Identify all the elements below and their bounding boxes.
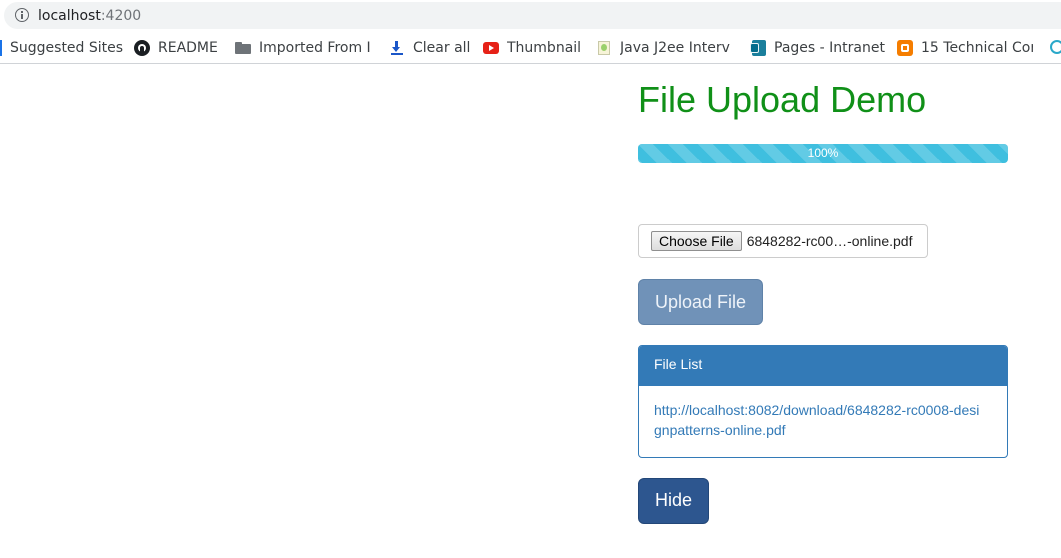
suggested-sites-icon: [0, 39, 2, 56]
sharepoint-icon: [750, 39, 766, 56]
overflow-bookmark-icon[interactable]: [1050, 40, 1061, 54]
url-host: localhost: [38, 8, 101, 24]
bookmark-pages-intranet[interactable]: Pages - Intranet: [750, 32, 885, 63]
bookmark-technical-core[interactable]: 15 Technical Core: [897, 32, 1033, 63]
file-list-body: http://localhost:8082/download/6848282-r…: [639, 386, 1007, 454]
download-icon: [389, 40, 405, 56]
file-list-panel: File List http://localhost:8082/download…: [638, 345, 1008, 458]
folder-icon: [235, 40, 251, 56]
file-download-link[interactable]: http://localhost:8082/download/6848282-r…: [654, 400, 984, 440]
address-bar[interactable]: localhost:4200: [0, 0, 1061, 32]
bookmarks-bar: Suggested Sites README Imported From I C…: [0, 32, 1061, 64]
site-info-icon[interactable]: [15, 8, 29, 22]
url-box[interactable]: localhost:4200: [4, 2, 1061, 29]
bookmark-java-j2ee[interactable]: Java J2ee Interv: [596, 32, 732, 63]
youtube-icon: [483, 40, 499, 56]
bookmark-thumbnail[interactable]: Thumbnail: [483, 32, 581, 63]
page-title: File Upload Demo: [638, 79, 927, 120]
selected-file-name: 6848282-rc00…-online.pdf: [746, 233, 913, 249]
bookmark-label: Thumbnail: [507, 39, 582, 56]
bookmark-label: README: [158, 39, 218, 56]
file-list-heading: File List: [639, 346, 1007, 386]
github-icon: [134, 39, 150, 56]
file-input[interactable]: Choose File 6848282-rc00…-online.pdf: [638, 224, 928, 258]
bookmark-clear-all[interactable]: Clear all: [389, 32, 470, 63]
upload-progress-bar: 100%: [638, 144, 1008, 163]
java-page-icon: [596, 40, 612, 56]
bookmark-readme[interactable]: README: [134, 32, 218, 63]
url-text[interactable]: localhost:4200: [38, 7, 141, 25]
bookmark-label: Imported From I: [259, 39, 371, 56]
hide-button[interactable]: Hide: [638, 478, 709, 524]
blogger-icon: [897, 39, 913, 56]
bookmark-label: 15 Technical Core: [921, 39, 1033, 56]
bookmark-label: Clear all: [413, 39, 471, 56]
url-port: :4200: [100, 8, 142, 24]
bookmark-label: Suggested Sites: [10, 39, 124, 56]
upload-file-button[interactable]: Upload File: [638, 279, 763, 325]
bookmark-suggested-sites[interactable]: Suggested Sites: [0, 32, 123, 63]
bookmark-imported-from[interactable]: Imported From I: [235, 32, 371, 63]
progress-fill: 100%: [638, 144, 1008, 163]
choose-file-button[interactable]: Choose File: [651, 231, 742, 251]
bookmark-label: Pages - Intranet: [774, 39, 885, 56]
bookmark-label: Java J2ee Interv: [620, 39, 730, 56]
